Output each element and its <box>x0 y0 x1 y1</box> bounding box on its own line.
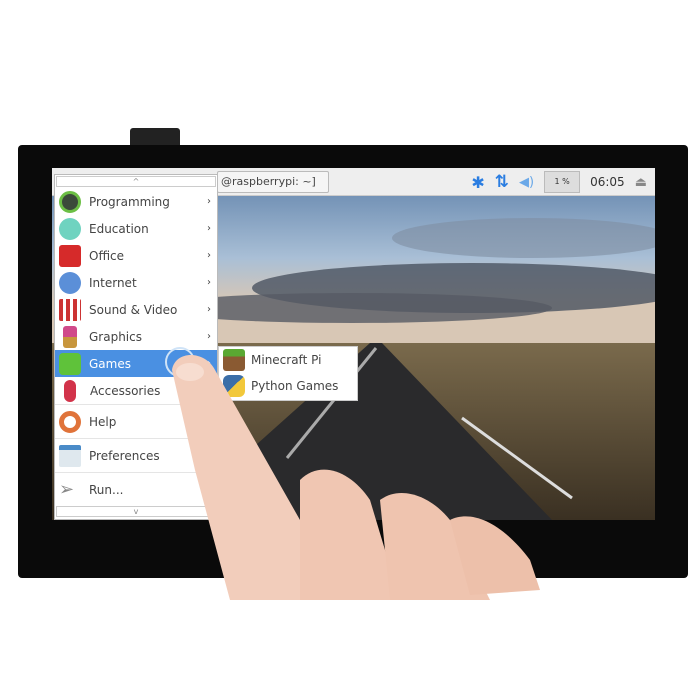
menu-item-internet[interactable]: Internet › <box>55 269 217 296</box>
screen: @raspberrypi: ~] ✱ ⇅ ◀) 1 % 06:05 ⏏ ^ Pr… <box>52 168 655 520</box>
chevron-right-icon: › <box>207 196 211 207</box>
menu-item-label: Preferences <box>89 448 160 463</box>
education-icon <box>59 217 81 240</box>
submenu-item-label: Python Games <box>251 379 339 393</box>
menu-item-preferences[interactable]: Preferences <box>55 438 217 472</box>
preferences-icon <box>59 444 81 467</box>
graphics-icon <box>63 325 77 348</box>
menu-item-games[interactable]: Games › <box>55 350 217 377</box>
submenu-item-python-games[interactable]: Python Games <box>219 373 357 399</box>
menu-item-education[interactable]: Education › <box>55 215 217 242</box>
accessories-icon <box>64 379 76 402</box>
submenu-item-label: Minecraft Pi <box>251 353 322 367</box>
menu-item-programming[interactable]: Programming › <box>55 188 217 215</box>
menu-item-help[interactable]: Help <box>55 404 217 438</box>
submenu-item-minecraft[interactable]: Minecraft Pi <box>219 347 357 373</box>
chevron-right-icon: › <box>207 385 211 396</box>
menu-item-accessories[interactable]: Accessories › <box>55 377 217 404</box>
chevron-right-icon: › <box>207 277 211 288</box>
menu-item-label: Graphics <box>89 329 142 344</box>
sound-video-icon <box>59 298 81 321</box>
menu-item-sound-video[interactable]: Sound & Video › <box>55 296 217 323</box>
network-icon[interactable]: ⇅ <box>495 172 509 192</box>
menu-scroll-up[interactable]: ^ <box>56 176 216 187</box>
menu-item-label: Games <box>89 356 131 371</box>
help-icon <box>59 410 81 433</box>
main-menu: ^ Programming › Education › Office › Intern… <box>54 174 218 520</box>
office-icon <box>59 244 81 267</box>
taskbar-window-button[interactable]: @raspberrypi: ~] <box>217 171 329 193</box>
chevron-right-icon: › <box>207 304 211 315</box>
minecraft-icon <box>223 349 245 371</box>
menu-item-run[interactable]: ➢ Run... <box>55 472 217 506</box>
internet-icon <box>59 271 81 294</box>
menu-item-label: Run... <box>89 482 124 497</box>
run-icon: ➢ <box>59 478 75 500</box>
bluetooth-icon[interactable]: ✱ <box>471 173 484 192</box>
cpu-monitor: 1 % <box>544 171 581 193</box>
eject-icon[interactable]: ⏏ <box>635 175 647 190</box>
menu-item-office[interactable]: Office › <box>55 242 217 269</box>
menu-item-label: Programming <box>89 194 170 209</box>
menu-item-label: Education <box>89 221 149 236</box>
menu-scroll-down[interactable]: v <box>56 506 216 517</box>
clock: 06:05 <box>590 175 625 189</box>
menu-item-label: Sound & Video <box>89 302 178 317</box>
menu-item-graphics[interactable]: Graphics › <box>55 323 217 350</box>
python-icon <box>223 375 245 397</box>
programming-icon <box>59 190 81 213</box>
games-icon <box>59 352 81 375</box>
games-submenu: Minecraft Pi Python Games <box>218 346 358 401</box>
chevron-right-icon: › <box>207 223 211 234</box>
menu-item-label: Internet <box>89 275 137 290</box>
menu-item-label: Help <box>89 414 117 429</box>
menu-item-label: Office <box>89 248 125 263</box>
menu-item-label: Accessories <box>90 383 161 398</box>
chevron-right-icon: › <box>207 331 211 342</box>
chevron-right-icon: › <box>207 358 211 369</box>
volume-icon[interactable]: ◀) <box>519 175 534 190</box>
chevron-right-icon: › <box>207 250 211 261</box>
